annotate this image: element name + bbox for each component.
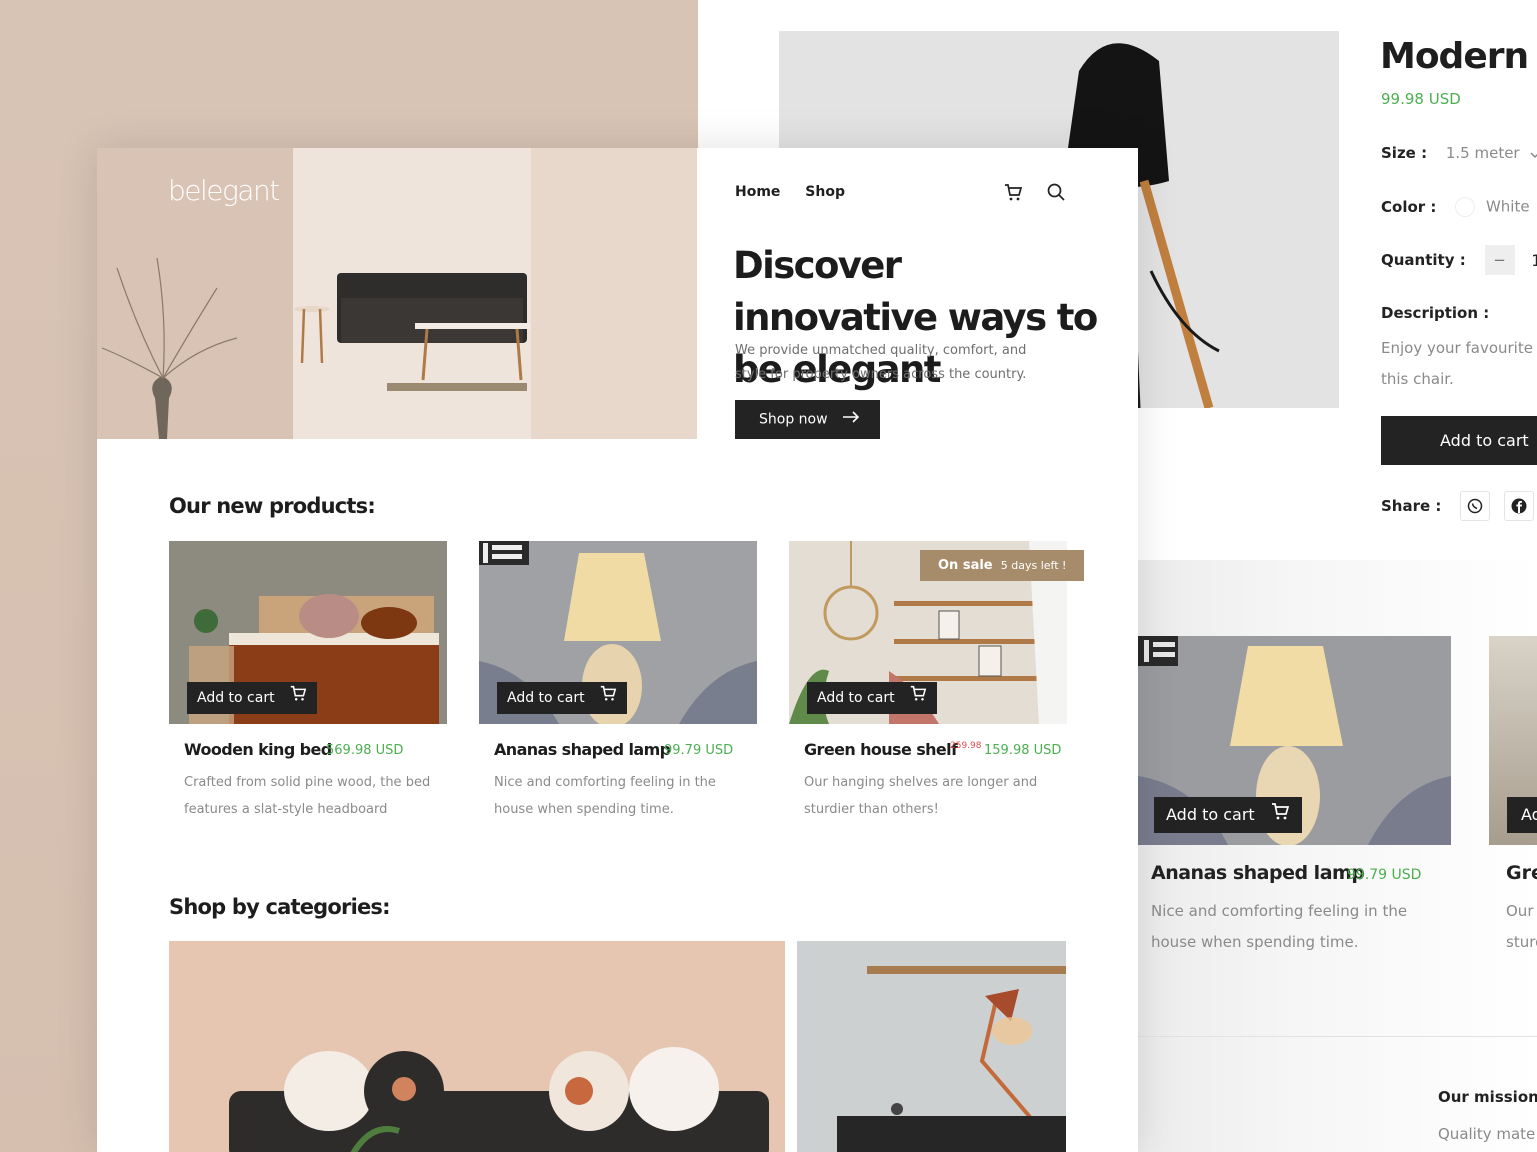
related-description-line-2: sturd	[1506, 933, 1537, 951]
related-product-name-2[interactable]: Gre	[1506, 862, 1537, 884]
product-name[interactable]: Wooden king bed	[184, 740, 332, 759]
add-to-cart-button[interactable]: Add to cart	[497, 682, 628, 714]
share-label: Share :	[1381, 497, 1442, 515]
sale-badge-label: On sale	[938, 558, 993, 573]
related-product-name[interactable]: Ananas shaped lamp	[1151, 862, 1365, 884]
whatsapp-icon[interactable]	[1460, 491, 1491, 521]
related-product-description: Nice and comforting feeling in the house…	[1151, 902, 1408, 951]
product-description: Our hanging shelves are longer and sturd…	[804, 775, 1038, 817]
product-price: 99.98 USD	[1381, 90, 1461, 108]
size-row: Size : 1.5 meter	[1381, 144, 1537, 163]
shop-now-label: Shop now	[759, 411, 828, 428]
product-name[interactable]: Ananas shaped lamp	[494, 740, 671, 759]
cart-icon	[1270, 798, 1290, 834]
facebook-icon[interactable]	[1503, 491, 1534, 521]
brand-logo[interactable]: belegant	[168, 174, 280, 207]
product-price: 159.98 USD	[984, 743, 1062, 758]
add-to-cart-label: Add to cart	[507, 690, 585, 706]
add-to-cart-label: Add to cart	[197, 690, 275, 706]
description-label: Description :	[1381, 304, 1490, 322]
main-nav: Home Shop	[735, 184, 865, 200]
color-select[interactable]: White	[1486, 198, 1530, 216]
nav-shop[interactable]: Shop	[805, 184, 845, 200]
color-row: Color : White	[1381, 197, 1537, 217]
footer-divider	[1138, 1036, 1537, 1037]
product-description: Crafted from solid pine wood, the bed fe…	[184, 775, 431, 817]
color-swatch[interactable]	[1455, 197, 1476, 217]
category-lighting-image[interactable]	[797, 941, 1066, 1152]
related-product-price: 99.79 USD	[1347, 867, 1422, 883]
related-add-to-cart-button-2[interactable]: Ad	[1507, 797, 1537, 833]
related-product-description-2: Our sturd	[1506, 896, 1537, 958]
quantity-decrement-button[interactable]: −	[1484, 245, 1515, 275]
product-title: Modern C	[1380, 36, 1537, 77]
related-add-to-cart-button[interactable]: Add to cart	[1154, 797, 1302, 833]
categories-title: Shop by categories:	[169, 895, 391, 919]
description-label-row: Description :	[1381, 304, 1503, 322]
product-description: Nice and comforting feeling in the house…	[494, 775, 716, 817]
quantity-row: Quantity : − 1	[1381, 245, 1537, 275]
size-label: Size :	[1381, 144, 1428, 162]
related-add-to-cart-label: Add to cart	[1166, 805, 1255, 824]
hero-image: belegant	[97, 148, 697, 439]
product-card[interactable]: Add to cart Wooden king bed 569.98 USD C…	[169, 541, 447, 817]
product-price: 99.79 USD	[664, 743, 734, 758]
add-to-cart-button[interactable]: Add to cart	[187, 682, 318, 714]
sale-badge: On sale 5 days left !	[920, 550, 1085, 581]
add-to-cart-button[interactable]: Add to cart	[1381, 416, 1537, 465]
nav-home[interactable]: Home	[735, 184, 780, 200]
mission-title: Our mission:	[1438, 1088, 1537, 1106]
product-price: 569.98 USD	[326, 743, 404, 758]
nav-icons	[1003, 182, 1066, 206]
home-page: belegant Home Shop Discover innovative w…	[97, 148, 1138, 1152]
related-description-line-1: Our	[1506, 902, 1534, 920]
share-row: Share :	[1381, 491, 1537, 521]
product-image-bed[interactable]: Add to cart	[169, 541, 447, 724]
product-old-price: 259.98	[950, 741, 982, 751]
new-products-title: Our new products:	[169, 494, 376, 518]
quantity-label: Quantity :	[1381, 251, 1466, 269]
product-image-lamp[interactable]: Add to cart	[479, 541, 757, 724]
add-to-cart-label: Add to cart	[817, 690, 895, 706]
add-to-cart-button[interactable]: Add to cart	[807, 682, 938, 714]
size-select[interactable]: 1.5 meter	[1446, 144, 1520, 162]
cart-icon	[599, 682, 617, 714]
cart-icon	[289, 682, 307, 714]
sale-badge-detail: 5 days left !	[1000, 559, 1067, 572]
chevron-down-icon[interactable]	[1530, 145, 1537, 163]
mission-text: Quality mate	[1438, 1125, 1536, 1143]
shop-now-button[interactable]: Shop now	[735, 400, 880, 439]
product-card[interactable]: Add to cart Ananas shaped lamp 99.79 USD…	[479, 541, 757, 817]
cart-icon[interactable]	[1003, 182, 1023, 206]
product-name[interactable]: Green house shelf	[804, 740, 958, 759]
quantity-value[interactable]: 1	[1531, 251, 1537, 270]
search-icon[interactable]	[1046, 182, 1066, 206]
cart-icon	[909, 682, 927, 714]
color-label: Color :	[1381, 197, 1437, 216]
category-sofas-image[interactable]	[169, 941, 785, 1152]
hero-subtitle: We provide unmatched quality, comfort, a…	[735, 343, 1027, 382]
description-text: Enjoy your favourite this chair.	[1381, 339, 1533, 388]
arrow-right-icon	[842, 400, 860, 439]
